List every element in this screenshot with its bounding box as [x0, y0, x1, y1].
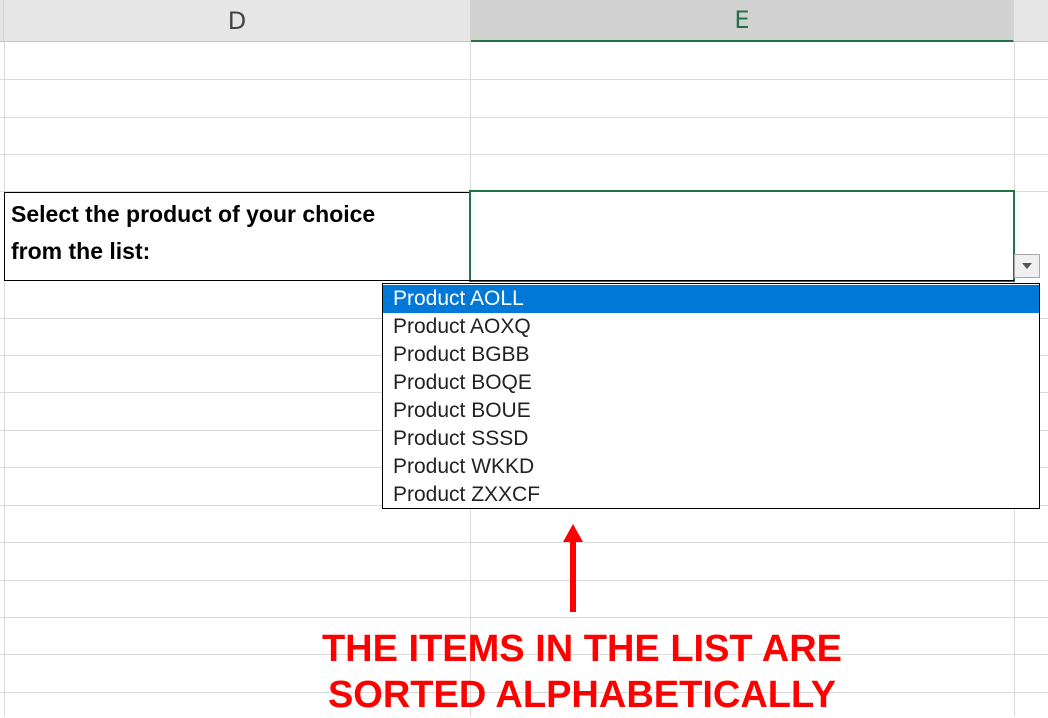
grid-row-line [0, 154, 1048, 155]
list-item[interactable]: Product BOUE [383, 397, 1039, 425]
instruction-line-2: from the list: [11, 238, 151, 264]
list-item[interactable]: Product BGBB [383, 341, 1039, 369]
column-header-d-label: D [227, 6, 247, 35]
annotation-text: THE ITEMS IN THE LIST ARE SORTED ALPHABE… [262, 626, 902, 718]
arrow-up-icon [563, 524, 583, 612]
grid-row-line [0, 580, 1048, 581]
grid-column-line [4, 42, 5, 717]
list-item[interactable]: Product SSSD [383, 425, 1039, 453]
grid-row-line [0, 542, 1048, 543]
list-item[interactable]: Product BOQE [383, 369, 1039, 397]
instruction-cell[interactable]: Select the product of your choice from t… [4, 192, 470, 281]
annotation-line-2: SORTED ALPHABETICALLY [327, 674, 837, 716]
dropdown-list[interactable]: Product AOLL Product AOXQ Product BGBB P… [382, 283, 1040, 509]
list-item[interactable]: Product ZXXCF [383, 481, 1039, 509]
selected-cell-e[interactable] [469, 190, 1015, 282]
column-header-e-label: E [734, 6, 750, 34]
column-header-e[interactable]: E [471, 0, 1014, 42]
dropdown-arrow-button[interactable] [1014, 254, 1040, 278]
chevron-down-icon [1022, 263, 1032, 269]
column-header-d[interactable]: D [4, 0, 471, 42]
annotation-line-1: THE ITEMS IN THE LIST ARE [321, 628, 843, 670]
grid-row-line [0, 617, 1048, 618]
cell-bottom-border [4, 280, 1014, 281]
list-item[interactable]: Product AOLL [383, 285, 1039, 313]
list-item[interactable]: Product WKKD [383, 453, 1039, 481]
column-header-f-edge[interactable] [1014, 0, 1048, 42]
instruction-line-1: Select the product of your choice [11, 201, 376, 227]
grid-row-line [0, 79, 1048, 80]
grid-row-line [0, 117, 1048, 118]
list-item[interactable]: Product AOXQ [383, 313, 1039, 341]
